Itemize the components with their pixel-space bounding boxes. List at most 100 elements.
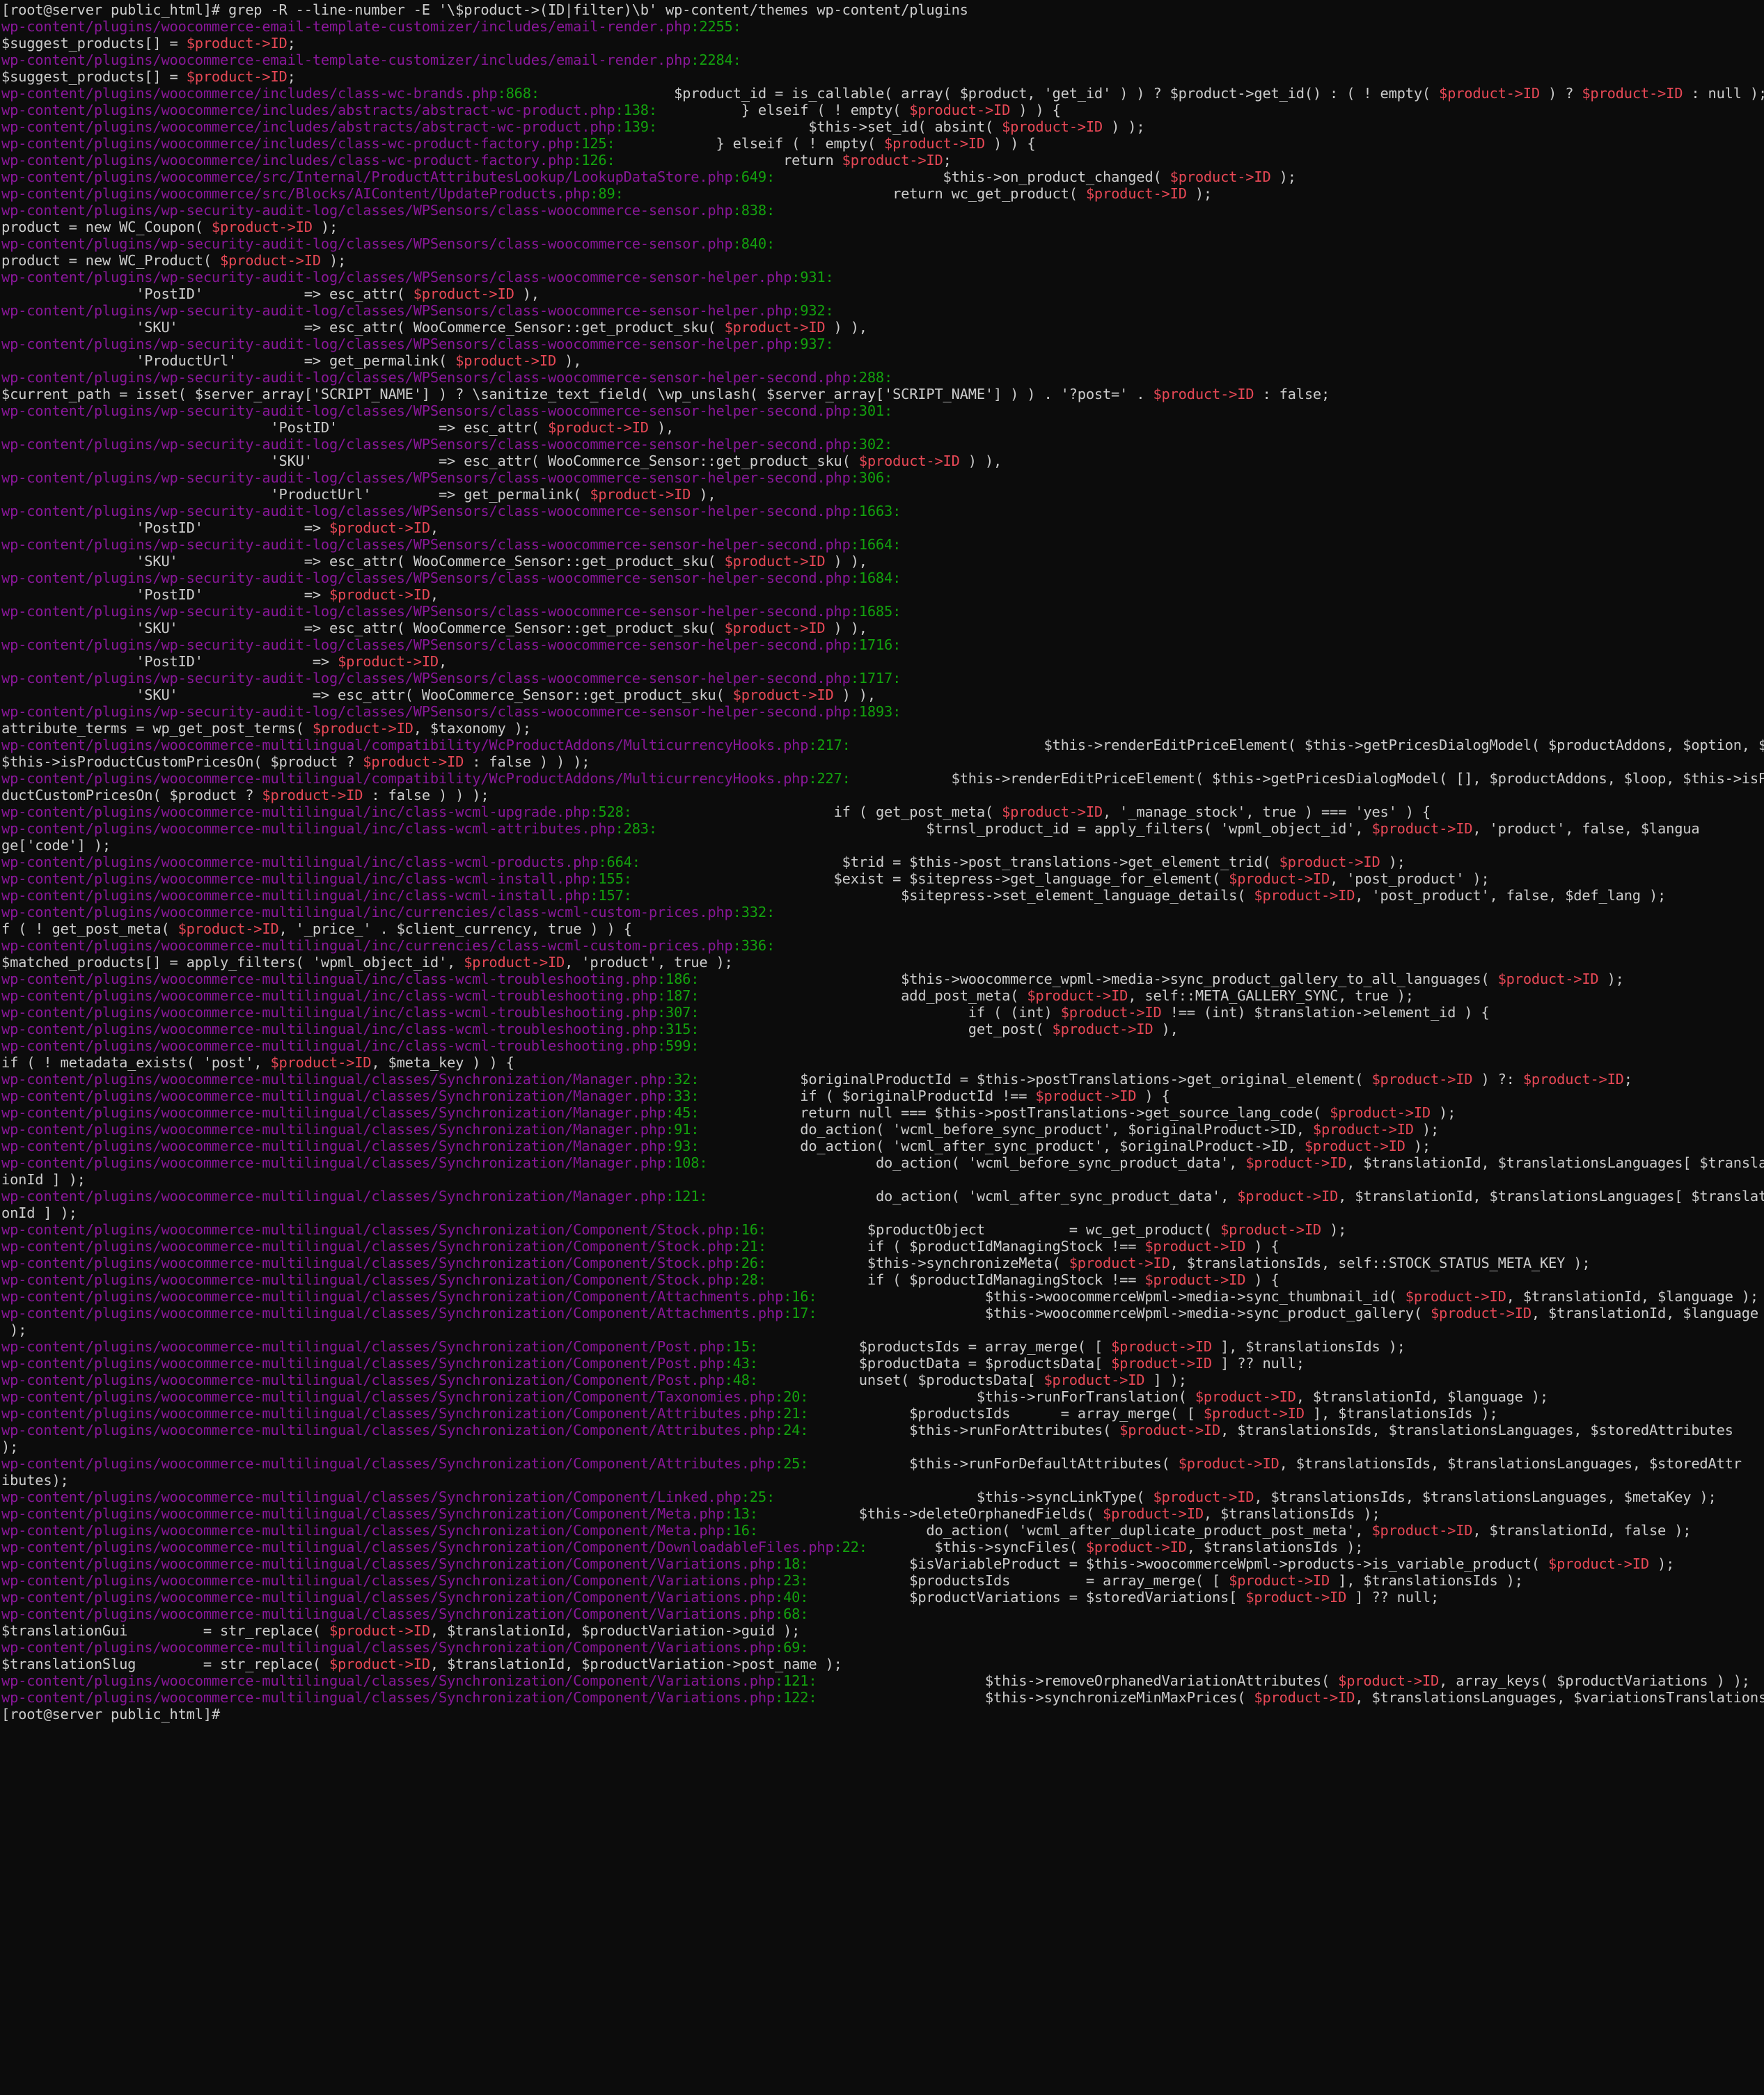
code-text: ] ?? null;: [1212, 1355, 1305, 1372]
separator: :: [757, 1221, 766, 1238]
line-number: 1664: [858, 536, 893, 553]
separator: :: [749, 1338, 758, 1355]
line-number: 315: [666, 1021, 691, 1037]
separator: :: [800, 1639, 809, 1656]
match-highlight: $product->ID: [1254, 887, 1355, 904]
file-path: wp-content/plugins/woocommerce-multiling…: [1, 1505, 725, 1522]
output-line: wp-content/plugins/woocommerce-multiling…: [1, 1572, 1523, 1589]
line-number: 868: [505, 85, 531, 102]
separator: :: [783, 1288, 792, 1305]
match-highlight: $product->ID: [338, 653, 439, 670]
line-number: 48: [732, 1372, 750, 1388]
output-line: wp-content/plugins/wp-security-audit-log…: [1, 670, 901, 686]
separator: :: [666, 1071, 675, 1088]
file-path: wp-content/plugins/woocommerce-multiling…: [1, 1004, 657, 1021]
match-highlight: $product->ID: [1229, 1572, 1330, 1589]
code-text: if ( ! metadata_exists( 'post',: [1, 1054, 271, 1071]
code-text: $: [775, 235, 1764, 252]
match-highlight: $product->ID: [1371, 1522, 1473, 1539]
match-highlight: $product->ID: [1002, 803, 1103, 820]
match-highlight: $product->ID: [1027, 987, 1128, 1004]
match-highlight: $product->ID: [724, 620, 826, 636]
line-number: 2255: [699, 18, 733, 35]
match-highlight: $product->ID: [1245, 1589, 1347, 1606]
file-path: wp-content/plugins/woocommerce/src/Block…: [1, 185, 590, 202]
output-line: wp-content/plugins/woocommerce-multiling…: [1, 737, 1764, 753]
code-text: 'PostID' => esc_attr(: [1, 419, 548, 436]
line-number: 931: [800, 269, 826, 285]
output-line: $translationGui = str_replace( $product-…: [1, 1622, 800, 1639]
output-line: 'PostID' => $product->ID,: [1, 586, 439, 603]
line-number: 22: [842, 1539, 859, 1555]
separator: :: [615, 820, 624, 837]
file-path: wp-content/plugins/woocommerce-multiling…: [1, 1338, 725, 1355]
separator: :: [892, 536, 901, 553]
file-path: wp-content/plugins/woocommerce-multiling…: [1, 1104, 666, 1121]
match-highlight: $product->ID: [1060, 1004, 1162, 1021]
shell-prompt: [root@server public_html]# grep -R --lin…: [1, 1, 968, 18]
separator: :: [775, 1672, 784, 1689]
match-highlight: $product->ID: [1304, 1138, 1405, 1154]
code-text: );: [1, 1438, 19, 1455]
separator: :: [749, 1522, 758, 1539]
separator: :: [691, 1088, 700, 1104]
code-text: if ( $productIdManagingStock !==: [766, 1271, 1145, 1288]
separator: :: [615, 102, 624, 118]
code-text: ),: [1153, 1021, 1179, 1037]
file-path: wp-content/plugins/wp-security-audit-log…: [1, 402, 851, 419]
match-highlight: $product->ID: [464, 954, 565, 971]
output-line: wp-content/plugins/woocommerce-multiling…: [1, 1021, 1179, 1037]
code-text: , $translationsIds, $translationsLanguag…: [1254, 1489, 1717, 1505]
separator: :: [775, 1572, 784, 1589]
line-number: 138: [623, 102, 649, 118]
match-highlight: $product->ID: [1220, 1221, 1321, 1238]
match-highlight: $product->ID: [724, 553, 826, 570]
output-line: wp-content/plugins/woocommerce-multiling…: [1, 1672, 1750, 1689]
file-path: wp-content/plugins/woocommerce/src/Inter…: [1, 168, 733, 185]
file-path: wp-content/plugins/wp-security-audit-log…: [1, 703, 851, 720]
output-line: 'SKU' => esc_attr( WooCommerce_Sensor::g…: [1, 620, 867, 636]
code-text: ;: [287, 35, 296, 52]
terminal-window[interactable]: [root@server public_html]# grep -R --lin…: [0, 0, 1764, 2095]
output-line: wp-content/plugins/woocommerce-multiling…: [1, 1255, 1591, 1271]
code-text: ductCustomPricesOn( $product ?: [1, 787, 262, 803]
code-text: ], $translationsIds );: [1330, 1572, 1523, 1589]
separator: :: [691, 1004, 700, 1021]
output-line: wp-content/plugins/wp-security-audit-log…: [1, 536, 901, 553]
separator: :: [724, 1522, 733, 1539]
output-line: ductCustomPricesOn( $product ? $product-…: [1, 787, 489, 803]
file-path: wp-content/plugins/woocommerce-email-tem…: [1, 52, 691, 68]
separator: :: [732, 202, 741, 219]
separator: :: [766, 202, 775, 219]
file-path: wp-content/plugins/wp-security-audit-log…: [1, 302, 792, 319]
separator: :: [615, 118, 624, 135]
separator: :: [606, 152, 615, 168]
separator: :: [666, 1121, 675, 1138]
line-number: 24: [783, 1422, 801, 1438]
terminal-output[interactable]: [root@server public_html]# grep -R --lin…: [0, 0, 1764, 1723]
code-text: );: [1, 1321, 27, 1338]
code-text: return wc_get_product(: [623, 185, 1086, 202]
output-line: wp-content/plugins/woocommerce-multiling…: [1, 1489, 1717, 1505]
file-path: wp-content/plugins/wp-security-audit-log…: [1, 636, 851, 653]
file-path: wp-content/plugins/wp-security-audit-log…: [1, 469, 851, 486]
separator: :: [757, 1238, 766, 1255]
separator: :: [699, 1154, 708, 1171]
file-path: wp-content/plugins/woocommerce-multiling…: [1, 1606, 775, 1622]
separator: :: [825, 336, 834, 352]
line-number: 1663: [858, 503, 893, 519]
separator: :: [792, 336, 801, 352]
code-text: $current_path = isset( $server_array['SC…: [1, 386, 1153, 402]
separator: :: [892, 670, 901, 686]
separator: :: [623, 870, 632, 887]
match-highlight: $product->ID: [1111, 1338, 1212, 1355]
separator: :: [800, 1455, 809, 1472]
separator: :: [598, 854, 607, 870]
match-highlight: $product->ID: [455, 352, 557, 369]
code-text: );: [320, 252, 347, 269]
prompt-line[interactable]: [root@server public_html]#: [1, 1706, 228, 1723]
code-text: , 'post_product', false, $def_lang );: [1355, 887, 1667, 904]
output-line: wp-content/plugins/woocommerce-multiling…: [1, 1555, 1674, 1572]
code-text: );: [1405, 1138, 1431, 1154]
file-path: wp-content/plugins/wp-security-audit-log…: [1, 536, 851, 553]
